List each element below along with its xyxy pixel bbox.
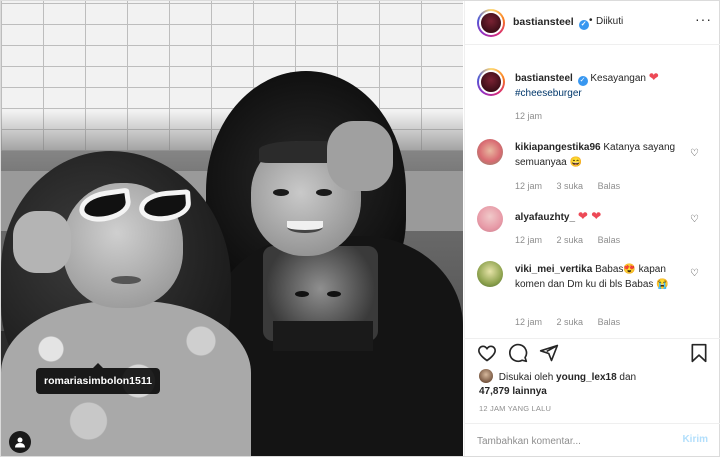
comment-username[interactable]: viki_mei_vertika (515, 264, 592, 275)
author-avatar[interactable] (477, 9, 505, 37)
post-photo[interactable]: romariasimbolon1511 (1, 1, 463, 456)
caption-text: Kesayangan (590, 73, 646, 84)
cat-eye-sunglasses (77, 187, 199, 227)
comment-time[interactable]: 12 jam (515, 181, 542, 191)
verified-badge-icon: ✓ (578, 20, 589, 30)
author-username[interactable]: bastiansteel (513, 16, 574, 28)
comment-2: alyafauzhty_ ❤ ❤ (515, 209, 690, 225)
boy-smile (287, 221, 323, 233)
tagged-users-button[interactable] (9, 431, 31, 453)
post-sidebar: bastiansteel ✓ • Diikuti ··· bastianstee… (464, 1, 720, 456)
crying-emoji: 😭 (656, 279, 669, 290)
reply-button[interactable]: Balas (598, 235, 621, 245)
heart-eyes-emoji: 😍 (623, 264, 636, 275)
verified-badge-icon: ✓ (577, 76, 588, 86)
action-bar (465, 338, 720, 368)
comment-time[interactable]: 12 jam (515, 317, 542, 327)
user-tag[interactable]: romariasimbolon1511 (36, 363, 160, 394)
post-comment-button[interactable]: Kirim (682, 434, 708, 445)
laugh-emoji: 😄 (569, 157, 582, 168)
lens (138, 189, 192, 223)
follow-status-button[interactable]: Diikuti (596, 16, 623, 27)
comment-3: viki_mei_vertika Babas😍 kapan komen dan … (515, 262, 690, 292)
hearts-emoji: ❤ ❤ (577, 209, 602, 223)
lens (77, 187, 133, 225)
boy-eye (316, 189, 332, 196)
comment-1: kikiapangestika96 Katanya sayang semuany… (515, 140, 690, 170)
comment-1-meta: 12 jam 3 suka Balas (515, 181, 632, 191)
comment-text: Babas (595, 264, 624, 275)
reply-button[interactable]: Balas (598, 181, 621, 191)
boy-hand (327, 121, 393, 191)
comment-bar: Kirim (465, 423, 720, 456)
girl-lips (111, 276, 141, 284)
caption-username[interactable]: bastiansteel (515, 73, 573, 84)
boy-eye (273, 189, 289, 196)
comment-icon[interactable] (508, 343, 528, 363)
liked-by-prefix: Disukai oleh (498, 372, 554, 383)
separator-dot: • (589, 15, 593, 26)
comment-username[interactable]: alyafauzhty_ (515, 212, 575, 223)
commenter-avatar[interactable] (477, 261, 503, 287)
liked-by-conj: dan (619, 372, 637, 383)
liker-avatar[interactable] (479, 369, 493, 383)
share-icon[interactable] (539, 343, 559, 363)
print-eye (295, 291, 309, 297)
liker-username[interactable]: young_lex18 (556, 372, 617, 383)
comment-likes[interactable]: 2 suka (557, 317, 584, 327)
comment-like-heart-icon[interactable]: ♡ (690, 214, 699, 225)
caption-time[interactable]: 12 jam (515, 111, 542, 121)
comment-time[interactable]: 12 jam (515, 235, 542, 245)
comment-like-heart-icon[interactable]: ♡ (690, 268, 699, 279)
comment-likes[interactable]: 3 suka (557, 181, 584, 191)
person-icon (15, 437, 25, 448)
print-shade (273, 321, 373, 351)
likes-count[interactable]: 47,879 lainnya (479, 386, 547, 397)
commenter-avatar[interactable] (477, 139, 503, 165)
post-timestamp[interactable]: 12 JAM YANG LALU (479, 404, 551, 413)
caption: bastiansteel ✓ Kesayangan ❤ #cheeseburge… (515, 70, 705, 101)
hashtag-link[interactable]: #cheeseburger (515, 88, 582, 99)
heart-emoji: ❤ (648, 70, 659, 84)
more-options-icon[interactable]: ··· (695, 11, 712, 27)
comment-input[interactable] (477, 433, 667, 449)
bookmark-icon[interactable] (690, 343, 708, 363)
print-eye (327, 291, 341, 297)
heart-icon[interactable] (477, 343, 497, 363)
caption-avatar[interactable] (477, 68, 505, 96)
liked-by: Disukai oleh young_lex18 dan 47,879 lain… (479, 369, 636, 399)
reply-button[interactable]: Balas (598, 317, 621, 327)
comment-like-heart-icon[interactable]: ♡ (690, 148, 699, 159)
post-header: bastiansteel ✓ • Diikuti ··· (465, 1, 720, 45)
comment-3-meta: 12 jam 2 suka Balas (515, 317, 632, 327)
comment-2-meta: 12 jam 2 suka Balas (515, 235, 632, 245)
girl-hand (13, 211, 71, 273)
author-name-row: bastiansteel ✓ (513, 16, 589, 30)
comment-username[interactable]: kikiapangestika96 (515, 142, 601, 153)
caption-meta: 12 jam (515, 111, 554, 121)
comment-likes[interactable]: 2 suka (557, 235, 584, 245)
commenter-avatar[interactable] (477, 206, 503, 232)
